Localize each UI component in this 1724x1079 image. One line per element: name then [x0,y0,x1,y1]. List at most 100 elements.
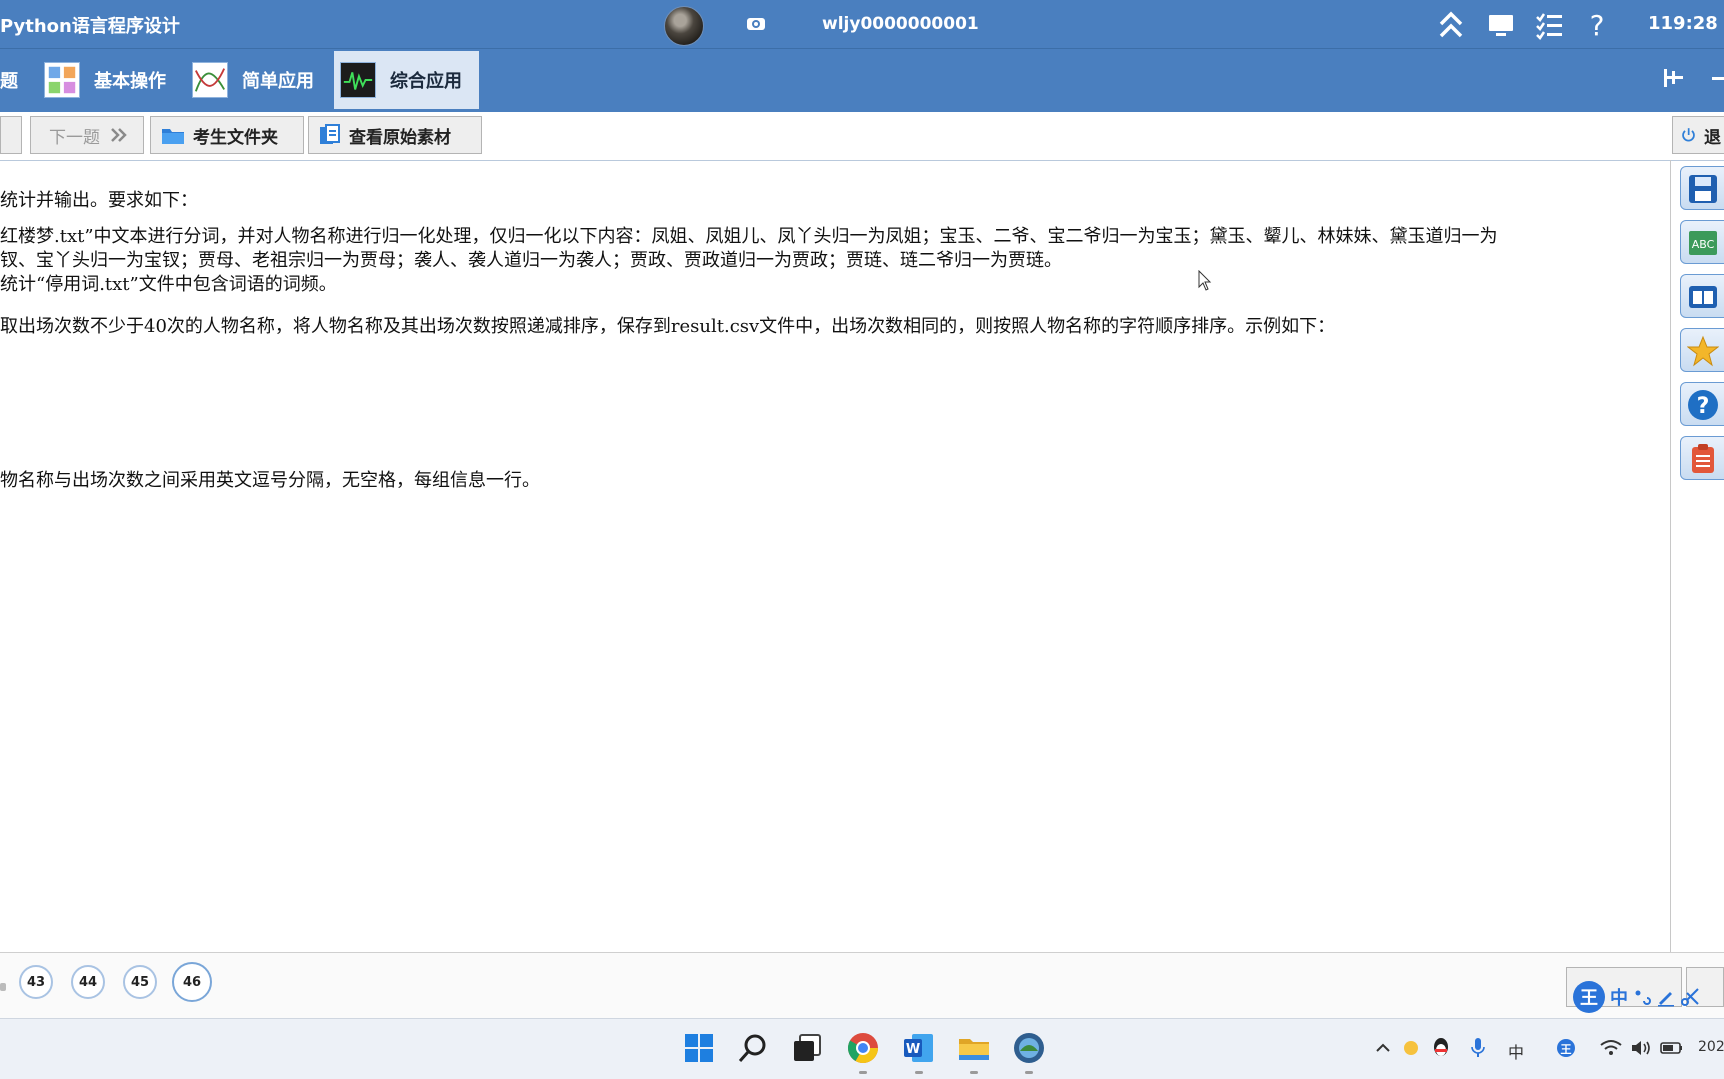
help-button[interactable]: ? [1680,382,1724,426]
question-navigator: 43 44 45 46 [0,952,1724,1019]
ime-logo-icon[interactable]: 王 [1572,980,1606,1014]
question-text-line: 统计并输出。要求如下： [0,190,198,211]
tray-date[interactable]: 202 [1698,1039,1724,1055]
start-icon[interactable] [682,1031,716,1065]
battery-icon[interactable] [1660,1039,1684,1057]
file-explorer-icon[interactable] [957,1031,991,1065]
svg-text:王: 王 [1580,988,1598,1009]
mouse-cursor-icon [1198,270,1212,291]
user-avatar [664,6,704,46]
sogou-ime-icon[interactable]: 王 [1556,1038,1576,1058]
text-editor-icon: ABC [1689,231,1717,255]
save-button[interactable] [1680,166,1724,210]
document-icon [320,124,340,144]
save-icon [1689,175,1717,203]
question-text-line: 统计“停用词.txt”文件中包含词语的词频。 [0,274,337,295]
next-label: 下一题 [49,127,100,148]
folder-label: 考生文件夹 [193,127,278,148]
curve-chart-icon [192,62,228,98]
exit-button[interactable]: 退 [1672,116,1724,154]
exit-label: 退 [1704,127,1721,148]
collapse-up-icon[interactable] [1436,10,1466,40]
question-content: 统计并输出。要求如下： 红楼梦.txt”中文本进行分词，并对人物名称进行归一化处… [0,162,1670,952]
tab-basic-operations[interactable]: 基本操作 [44,51,184,109]
question-text-line: 物名称与出场次数之间采用英文逗号分隔，无空格，每组信息一行。 [0,470,540,491]
question-text-line: 红楼梦.txt”中文本进行分词，并对人物名称进行归一化处理，仅归一化以下内容：凤… [0,226,1498,247]
tab-objective[interactable]: 题 [0,51,36,109]
wifi-icon[interactable] [1600,1039,1622,1057]
question-number-44[interactable]: 44 [71,965,105,999]
app-title: Python语言程序设计 [0,16,180,37]
tab-label: 基本操作 [94,71,166,92]
tab-comprehensive-application[interactable]: 综合应用 [334,51,479,109]
search-icon[interactable] [736,1031,770,1065]
question-text-line: 钗、宝丫头归一为宝钗；贾母、老祖宗归一为贾母；袭人、袭人道归一为袭人；贾政、贾政… [0,250,1062,271]
pin-icon[interactable] [1660,65,1686,91]
tab-label: 题 [0,71,18,92]
category-tabs: 题 基本操作 简单应用 综合应用 [0,48,1724,112]
minimize-icon[interactable] [1710,65,1724,91]
notes-button[interactable] [1680,436,1724,480]
star-icon [1687,335,1719,367]
notes-icon [1692,444,1714,473]
content-divider [1670,160,1671,952]
tab-label: 简单应用 [242,71,314,92]
windows-taskbar: W 中 王 202 [0,1018,1724,1079]
chrome-icon[interactable] [846,1031,880,1065]
question-number-45[interactable]: 45 [123,965,157,999]
question-number-label: 45 [130,974,150,990]
svg-text:王: 王 [1561,1043,1572,1056]
svg-text:?: ? [1697,394,1710,419]
toolbar: 下一题 考生文件夹 查看原始素材 退 [0,112,1724,161]
power-icon [1682,128,1695,142]
qq-icon[interactable] [1432,1037,1450,1059]
running-indicator [970,1071,978,1074]
svg-text:W: W [906,1042,920,1057]
running-indicator [915,1071,923,1074]
question-number-label: 43 [26,974,46,990]
checklist-icon[interactable] [1534,10,1564,40]
question-text-line: 取出场次数不少于40次的人物名称，将人物名称及其出场次数按照递减排序，保存到re… [0,316,1336,337]
help-icon: ? [1688,390,1718,420]
grid-icon [44,62,80,98]
username: wljy0000000001 [822,14,979,34]
pen-icon[interactable] [1656,987,1676,1007]
question-number-43[interactable]: 43 [19,965,53,999]
scroll-left-indicator [0,983,6,991]
double-chevron-right-icon [111,128,127,142]
word-icon[interactable]: W [902,1031,936,1065]
view-source-material-button[interactable]: 查看原始素材 [308,116,482,154]
svg-text:ABC: ABC [1692,238,1715,251]
monitor-icon[interactable] [1486,10,1516,40]
weather-icon[interactable] [1402,1039,1420,1057]
question-number-46[interactable]: 46 [172,962,212,1002]
punctuation-icon[interactable] [1632,987,1652,1007]
running-indicator [1025,1071,1033,1074]
favorite-button[interactable] [1680,328,1724,372]
window-button[interactable] [1680,274,1724,318]
tray-expand-icon[interactable] [1374,1039,1392,1057]
prev-question-button[interactable] [0,116,22,154]
question-number-label: 44 [78,974,98,990]
exam-app-icon[interactable] [1012,1031,1046,1065]
scissors-icon[interactable] [1680,987,1700,1007]
ime-mode-label[interactable]: 中 [1610,984,1628,1010]
task-view-icon[interactable] [790,1031,824,1065]
examinee-folder-button[interactable]: 考生文件夹 [150,116,304,154]
tab-label: 综合应用 [390,71,462,92]
volume-icon[interactable] [1630,1039,1652,1057]
camera-icon [747,18,765,30]
next-question-button[interactable]: 下一题 [30,116,144,154]
text-editor-button[interactable]: ABC [1680,220,1724,264]
folder-icon [162,129,184,144]
ime-toolbar: 王 中 [1572,976,1724,1018]
help-icon[interactable]: ? [1582,10,1612,40]
countdown-clock: 119:28 [1648,13,1718,34]
running-indicator [859,1071,867,1074]
microphone-icon[interactable] [1470,1037,1486,1059]
oscilloscope-icon [340,62,376,98]
tray-input-language[interactable]: 中 [1508,1039,1524,1063]
tab-simple-application[interactable]: 简单应用 [192,51,332,109]
window-icon [1689,286,1717,308]
source-label: 查看原始素材 [349,127,451,148]
